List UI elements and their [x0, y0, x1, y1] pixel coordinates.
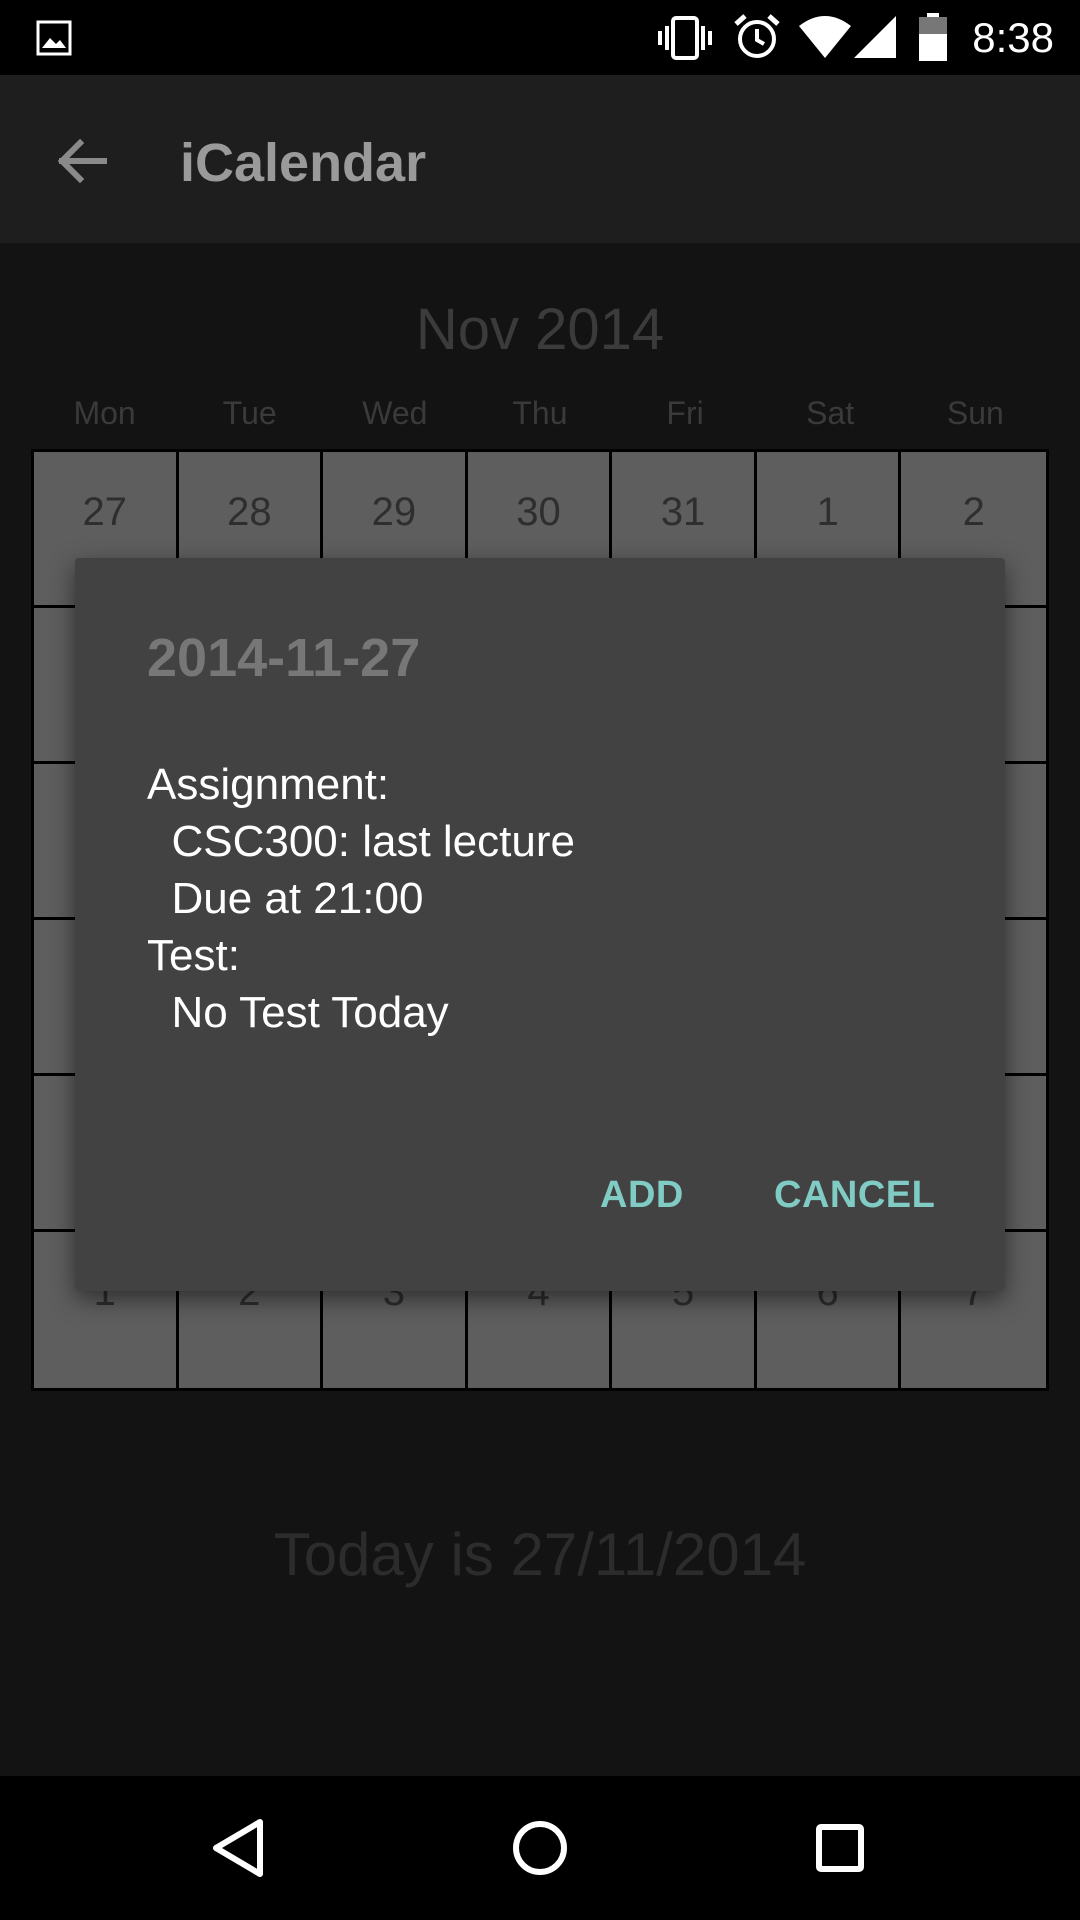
app-title: iCalendar — [180, 133, 427, 193]
month-title: Nov 2014 — [415, 297, 665, 362]
weekday-label: Mon — [73, 395, 136, 431]
recents-square-icon — [816, 1824, 864, 1872]
vibrate-icon — [658, 16, 712, 60]
back-button[interactable] — [40, 117, 128, 205]
weekday-label: Thu — [512, 395, 568, 431]
signal-icon — [854, 16, 896, 58]
app-bar: iCalendar — [0, 75, 1080, 243]
weekday-label: Wed — [362, 395, 428, 431]
nav-back-button[interactable] — [198, 1806, 282, 1890]
navigation-bar — [0, 1776, 1080, 1920]
back-triangle-icon — [213, 1819, 263, 1877]
weekday-label: Sun — [946, 395, 1004, 431]
weekday-label: Fri — [666, 395, 704, 431]
status-bar: 8:38 — [0, 0, 1080, 75]
battery-icon — [919, 13, 947, 61]
dialog-message: Assignment: CSC300: last lecture Due at … — [147, 760, 575, 1037]
weekday-label: Tue — [222, 395, 277, 431]
wifi-icon — [799, 16, 851, 58]
weekday-label: Sat — [806, 395, 855, 431]
status-time: 8:38 — [972, 14, 1054, 61]
nav-recents-button[interactable] — [798, 1806, 882, 1890]
nav-home-button[interactable] — [498, 1806, 582, 1890]
event-dialog: 2014-11-27 Assignment: CSC300: last lect… — [75, 558, 1005, 1291]
image-icon — [36, 20, 72, 56]
home-circle-icon — [513, 1821, 567, 1875]
weekday-header: Mon Tue Wed Thu Fri Sat Sun — [32, 388, 1048, 438]
alarm-icon — [734, 14, 780, 58]
cancel-button[interactable]: CANCEL — [774, 1170, 935, 1220]
today-label: Today is 27/11/2014 — [273, 1521, 807, 1588]
dialog-title: 2014-11-27 — [147, 628, 421, 688]
add-button[interactable]: ADD — [600, 1170, 684, 1220]
arrow-left-icon — [57, 138, 107, 184]
